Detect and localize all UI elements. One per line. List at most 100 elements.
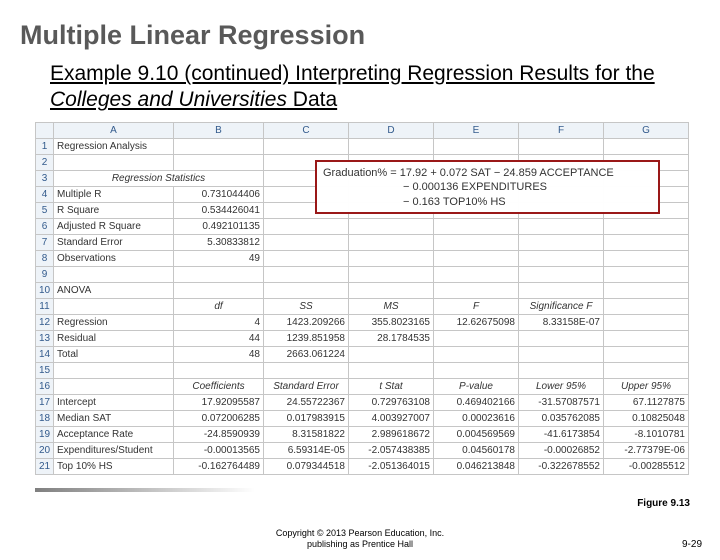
col-h: A [54, 122, 174, 138]
cell: 0.04560178 [434, 442, 519, 458]
col-header-row: A B C D E F G [36, 122, 689, 138]
corner-cell [36, 122, 54, 138]
cell: 8.33158E-07 [519, 314, 604, 330]
cell: 2663.061224 [264, 346, 349, 362]
cell: Standard Error [264, 378, 349, 394]
cell: 17.92095587 [174, 394, 264, 410]
row-h: 9 [36, 266, 54, 282]
cell: 0.534426041 [174, 202, 264, 218]
cell: 28.1784535 [349, 330, 434, 346]
row-h: 1 [36, 138, 54, 154]
col-h: G [604, 122, 689, 138]
col-h: D [349, 122, 434, 138]
cell: 4.003927007 [349, 410, 434, 426]
cell: -0.00026852 [519, 442, 604, 458]
row-h: 16 [36, 378, 54, 394]
copyright-footer: Copyright © 2013 Pearson Education, Inc.… [0, 528, 720, 550]
cell: t Stat [349, 378, 434, 394]
cell: 48 [174, 346, 264, 362]
cell: P-value [434, 378, 519, 394]
row-h: 13 [36, 330, 54, 346]
row-h: 6 [36, 218, 54, 234]
cell: Intercept [54, 394, 174, 410]
cell: Adjusted R Square [54, 218, 174, 234]
cell: -2.77379E-06 [604, 442, 689, 458]
cell: -31.57087571 [519, 394, 604, 410]
row-h: 20 [36, 442, 54, 458]
cell: Expenditures/Student [54, 442, 174, 458]
cell: Acceptance Rate [54, 426, 174, 442]
cell: 0.492101135 [174, 218, 264, 234]
section-header: Regression Statistics [54, 170, 264, 186]
cell: 67.1127875 [604, 394, 689, 410]
cell: R Square [54, 202, 174, 218]
cell: -8.1010781 [604, 426, 689, 442]
cell: 49 [174, 250, 264, 266]
cell: -2.051364015 [349, 458, 434, 474]
row-h: 12 [36, 314, 54, 330]
cell: -41.6173854 [519, 426, 604, 442]
row-h: 17 [36, 394, 54, 410]
row-h: 4 [36, 186, 54, 202]
cell: 0.729763108 [349, 394, 434, 410]
slide-number: 9-29 [682, 539, 702, 550]
formula-line-2: − 0.000136 EXPENDITURES [323, 180, 652, 195]
copyright-line-1: Copyright © 2013 Pearson Education, Inc. [276, 528, 444, 538]
row-h: 21 [36, 458, 54, 474]
cell: 12.62675098 [434, 314, 519, 330]
subtitle-part-a: Example 9.10 (continued) Interpreting Re… [50, 62, 655, 85]
cell: Median SAT [54, 410, 174, 426]
decorative-shadow [35, 488, 255, 492]
row-h: 15 [36, 362, 54, 378]
cell: 2.989618672 [349, 426, 434, 442]
row-h: 11 [36, 298, 54, 314]
col-h: F [519, 122, 604, 138]
row-h: 18 [36, 410, 54, 426]
cell: ANOVA [54, 282, 174, 298]
cell: 0.017983915 [264, 410, 349, 426]
cell: Standard Error [54, 234, 174, 250]
cell: Observations [54, 250, 174, 266]
cell: MS [349, 298, 434, 314]
cell: Coefficients [174, 378, 264, 394]
row-h: 3 [36, 170, 54, 186]
cell: -0.00013565 [174, 442, 264, 458]
cell: -0.322678552 [519, 458, 604, 474]
cell: Multiple R [54, 186, 174, 202]
cell: Regression [54, 314, 174, 330]
cell: SS [264, 298, 349, 314]
cell: Significance F [519, 298, 604, 314]
cell: Residual [54, 330, 174, 346]
cell: Total [54, 346, 174, 362]
row-h: 8 [36, 250, 54, 266]
slide-title: Multiple Linear Regression [20, 20, 720, 51]
cell: df [174, 298, 264, 314]
regression-equation-callout: Graduation% = 17.92 + 0.072 SAT − 24.859… [315, 160, 660, 214]
cell: 0.469402166 [434, 394, 519, 410]
col-h: C [264, 122, 349, 138]
cell: 0.10825048 [604, 410, 689, 426]
cell: 0.046213848 [434, 458, 519, 474]
spreadsheet-region: A B C D E F G 1Regression Analysis 2 3Re… [35, 122, 685, 475]
subtitle-italic: Colleges and Universities [50, 88, 287, 111]
cell: Upper 95% [604, 378, 689, 394]
cell: -24.8590939 [174, 426, 264, 442]
cell: 5.30833812 [174, 234, 264, 250]
col-h: B [174, 122, 264, 138]
cell: Top 10% HS [54, 458, 174, 474]
formula-line-1: Graduation% = 17.92 + 0.072 SAT − 24.859… [323, 166, 652, 181]
cell: 8.31581822 [264, 426, 349, 442]
cell: Lower 95% [519, 378, 604, 394]
cell: 44 [174, 330, 264, 346]
cell: 1423.209266 [264, 314, 349, 330]
cell: 1239.851958 [264, 330, 349, 346]
cell: 6.59314E-05 [264, 442, 349, 458]
cell: -2.057438385 [349, 442, 434, 458]
row-h: 14 [36, 346, 54, 362]
subtitle-part-c: Data [287, 88, 337, 111]
cell: 0.731044406 [174, 186, 264, 202]
row-h: 2 [36, 154, 54, 170]
cell: -0.162764489 [174, 458, 264, 474]
cell: 4 [174, 314, 264, 330]
row-h: 19 [36, 426, 54, 442]
